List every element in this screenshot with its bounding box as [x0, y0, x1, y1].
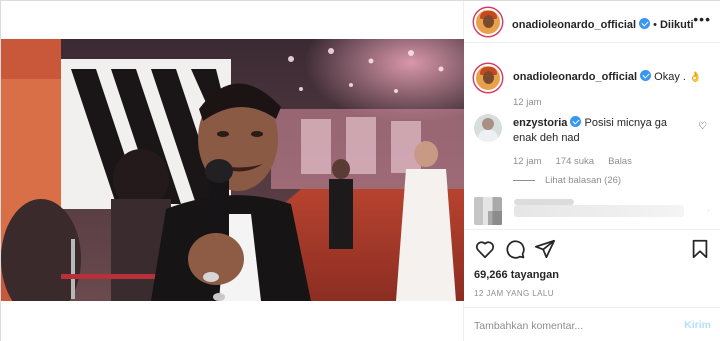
- comment-meta: 12 jam 174 suka Balas: [513, 156, 646, 167]
- verified-badge-icon: [570, 116, 582, 127]
- action-bar: [464, 229, 720, 269]
- comment-time[interactable]: 12 jam: [513, 156, 542, 167]
- caption-text: Okay .: [654, 71, 686, 83]
- comment-likes[interactable]: 174 suka: [556, 156, 595, 167]
- view-replies-button[interactable]: Lihat balasan (26): [513, 175, 621, 186]
- view-replies-label: Lihat balasan (26): [545, 175, 622, 186]
- bookmark-icon[interactable]: [689, 238, 711, 260]
- caption-meta: 12 jam: [513, 97, 556, 108]
- comment-text-line1: Posisi micnya ga: [584, 117, 668, 129]
- video-frame: [1, 39, 464, 301]
- comment-body: enzystoria Posisi micnya ga enak deh nad: [513, 116, 693, 146]
- post-timestamp[interactable]: 12 JAM YANG LALU: [474, 289, 554, 298]
- separator-dot: •: [653, 19, 657, 31]
- share-icon[interactable]: [534, 238, 556, 260]
- views-count[interactable]: 69,266 tayangan: [474, 269, 559, 281]
- comment-like-heart-icon[interactable]: ♡: [698, 121, 707, 132]
- add-comment-section: Kirim: [464, 307, 720, 341]
- verified-badge-icon: [639, 18, 651, 29]
- media-area: [1, 1, 464, 341]
- more-options-icon[interactable]: •••: [693, 11, 711, 27]
- heart-icon[interactable]: [474, 238, 496, 260]
- post-frame: onadioleonardo_official • Diikuti ••• onad…: [0, 0, 720, 341]
- commenter-avatar[interactable]: [474, 114, 502, 142]
- follow-status-button[interactable]: Diikuti: [660, 19, 694, 31]
- comment-icon[interactable]: [504, 238, 526, 260]
- comment-text-line2: enak deh nad: [513, 132, 580, 144]
- post-header: onadioleonardo_official • Diikuti •••: [464, 1, 720, 43]
- add-comment-input[interactable]: [474, 317, 664, 335]
- video-player[interactable]: [1, 39, 464, 301]
- author-username[interactable]: onadioleonardo_official: [512, 19, 636, 31]
- post-comment-button[interactable]: Kirim: [684, 319, 711, 331]
- author-avatar[interactable]: [474, 8, 502, 36]
- post-side-panel: onadioleonardo_official • Diikuti ••• onad…: [464, 1, 720, 341]
- comment-reply-button[interactable]: Balas: [608, 156, 632, 167]
- caption-time[interactable]: 12 jam: [513, 97, 542, 108]
- comment-username[interactable]: enzystoria: [513, 117, 567, 129]
- caption: onadioleonardo_official Okay . 👌: [513, 70, 713, 85]
- caption-username[interactable]: onadioleonardo_official: [513, 71, 637, 83]
- replies-divider: [513, 179, 535, 181]
- caption-emoji: 👌: [689, 72, 702, 83]
- blurred-comment: .: [474, 197, 714, 225]
- caption-avatar[interactable]: [474, 64, 502, 92]
- verified-badge-icon: [640, 70, 652, 81]
